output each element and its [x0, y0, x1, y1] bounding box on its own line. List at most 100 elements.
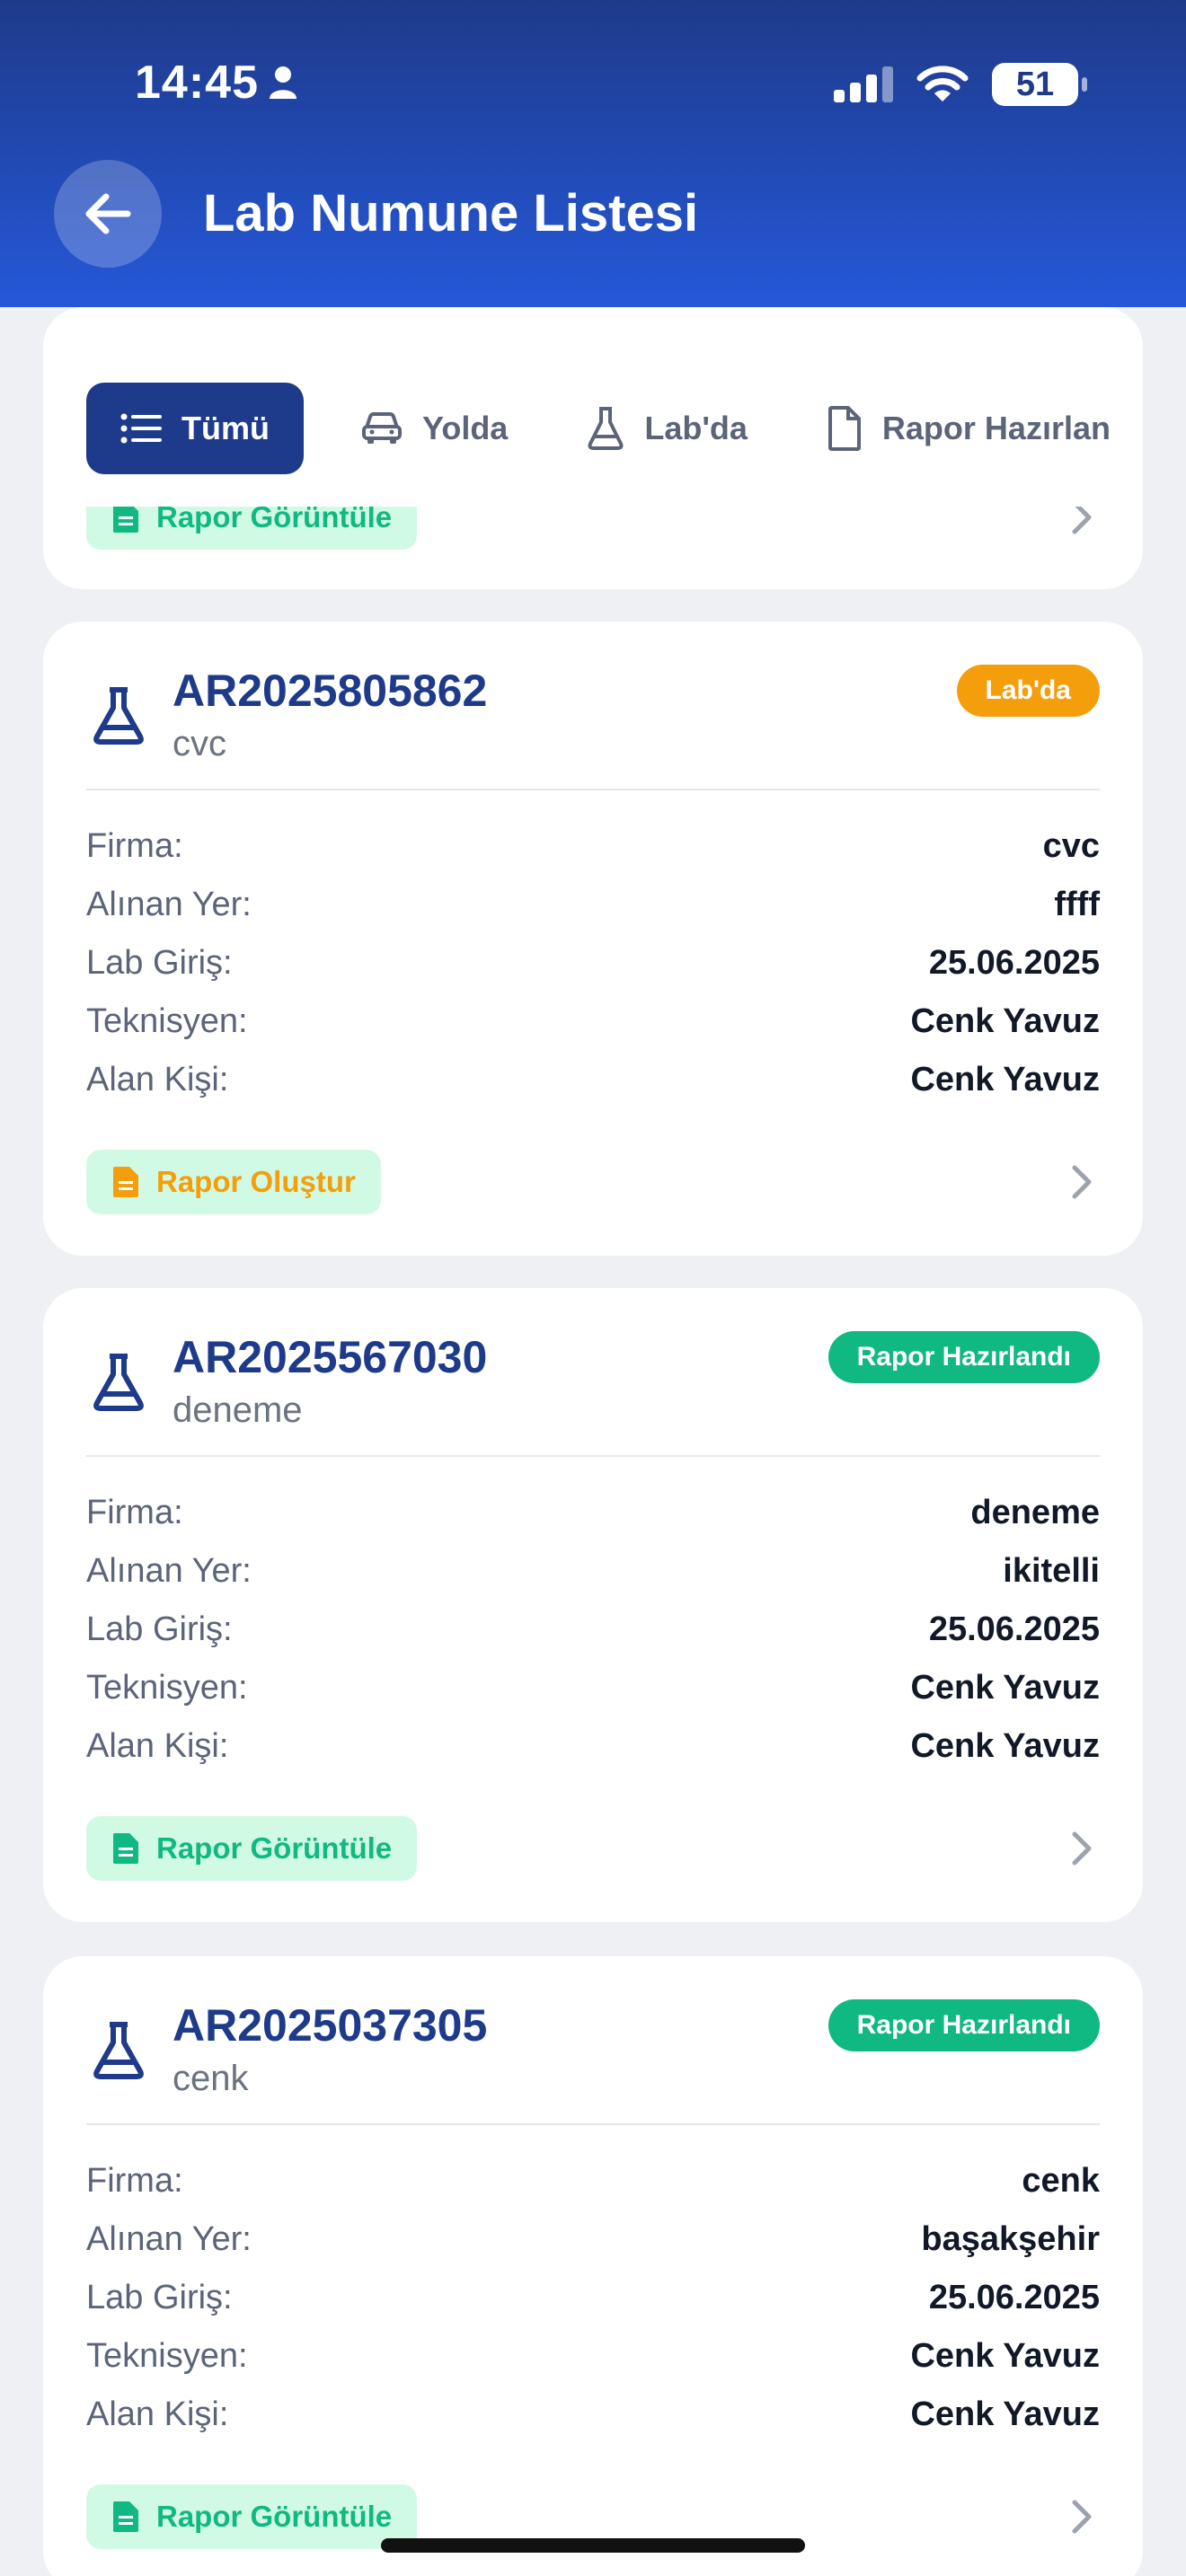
detail-row-alan-kisi: Alan Kişi: Cenk Yavuz [86, 1717, 1100, 1776]
label-alan-kisi: Alan Kişi: [86, 2395, 229, 2433]
arrow-left-icon [85, 193, 131, 234]
create-report-label: Rapor Oluştur [156, 1165, 356, 1198]
chevron-right-icon[interactable] [1064, 1827, 1100, 1870]
sample-card[interactable]: AR2025567030 deneme Rapor Hazırlandı Fir… [43, 1288, 1143, 1922]
label-alinan-yer: Alınan Yer: [86, 886, 252, 923]
create-report-button[interactable]: Rapor Oluştur [86, 1150, 381, 1214]
value-lab-giris: 25.06.2025 [928, 1610, 1100, 1648]
detail-row-teknisyen: Teknisyen: Cenk Yavuz [86, 992, 1100, 1051]
tab-all-label: Tümü [181, 410, 270, 446]
status-bar-time: 14:45 [135, 56, 298, 110]
detail-row-alan-kisi: Alan Kişi: Cenk Yavuz [86, 2386, 1100, 2444]
tab-all[interactable]: Tümü [86, 383, 304, 474]
detail-rows: Firma: cenk Alınan Yer: başakşehir Lab Gir… [86, 2152, 1100, 2444]
label-firma: Firma: [86, 2162, 183, 2200]
value-firma: cvc [1042, 827, 1100, 865]
label-lab-giris: Lab Giriş: [86, 2279, 233, 2316]
document-icon [113, 1167, 138, 1197]
time-text: 14:45 [135, 57, 259, 109]
home-indicator[interactable] [381, 2538, 805, 2553]
sample-code: AR2025567030 [173, 1332, 488, 1382]
detail-row-lab-giris: Lab Giriş: 25.06.2025 [86, 1601, 1100, 1659]
back-button[interactable] [54, 160, 162, 268]
sample-list[interactable]: Rapor Görüntüle Tümü Yolda Lab'da Rapor … [0, 307, 1186, 2576]
document-icon [113, 2501, 138, 2532]
label-lab-giris: Lab Giriş: [86, 1610, 233, 1648]
value-teknisyen: Cenk Yavuz [910, 1002, 1100, 1040]
detail-rows: Firma: cvc Alınan Yer: ffff Lab Giriş: 25.0… [86, 817, 1100, 1109]
chevron-right-icon[interactable] [1064, 1160, 1100, 1204]
value-alan-kisi: Cenk Yavuz [910, 1061, 1100, 1098]
detail-row-teknisyen: Teknisyen: Cenk Yavuz [86, 1659, 1100, 1717]
status-badge: Rapor Hazırlandı [828, 1999, 1100, 2051]
label-firma: Firma: [86, 1494, 183, 1531]
tab-in-transit[interactable]: Yolda [340, 383, 529, 474]
chevron-right-icon[interactable] [1064, 2495, 1100, 2538]
label-alan-kisi: Alan Kişi: [86, 1061, 229, 1098]
filter-tabs: Tümü Yolda Lab'da Rapor Hazırlan [43, 350, 1143, 507]
detail-row-alinan-yer: Alınan Yer: ikitelli [86, 1542, 1100, 1601]
value-alan-kisi: Cenk Yavuz [910, 2395, 1100, 2433]
tab-in-lab-label: Lab'da [644, 410, 748, 446]
sample-subtitle: deneme [173, 1390, 303, 1430]
detail-row-teknisyen: Teknisyen: Cenk Yavuz [86, 2327, 1100, 2386]
flask-icon [93, 2022, 144, 2079]
sample-subtitle: cenk [173, 2059, 249, 2098]
detail-row-firma: Firma: deneme [86, 1484, 1100, 1542]
sample-subtitle: cvc [173, 724, 226, 763]
flask-icon [93, 1354, 144, 1411]
battery-indicator: 51 [992, 63, 1087, 106]
detail-row-alan-kisi: Alan Kişi: Cenk Yavuz [86, 1051, 1100, 1109]
detail-row-alinan-yer: Alınan Yer: başakşehir [86, 2210, 1100, 2269]
document-icon [113, 1833, 138, 1864]
battery-level: 51 [1015, 65, 1055, 103]
value-firma: deneme [970, 1494, 1100, 1531]
report-view-label: Rapor Görüntüle [156, 2500, 393, 2533]
label-teknisyen: Teknisyen: [86, 1002, 248, 1040]
file-icon [828, 406, 861, 451]
label-lab-giris: Lab Giriş: [86, 944, 233, 982]
report-view-label: Rapor Görüntüle [156, 1831, 393, 1865]
tab-in-lab[interactable]: Lab'da [565, 383, 769, 474]
divider [86, 2123, 1100, 2125]
cellular-signal-icon [834, 66, 893, 102]
label-alinan-yer: Alınan Yer: [86, 1552, 252, 1590]
sample-card[interactable]: AR2025037305 cenk Rapor Hazırlandı Firma… [43, 1956, 1143, 2576]
flask-icon [93, 687, 144, 745]
detail-row-lab-giris: Lab Giriş: 25.06.2025 [86, 934, 1100, 992]
tab-report-ready-label: Rapor Hazırlan [881, 410, 1111, 446]
label-alan-kisi: Alan Kişi: [86, 1727, 229, 1765]
divider [86, 1455, 1100, 1457]
flask-icon [588, 407, 624, 450]
status-badge: Lab'da [956, 665, 1100, 717]
value-alinan-yer: başakşehir [921, 2220, 1100, 2258]
value-alinan-yer: ikitelli [1003, 1552, 1100, 1590]
label-alinan-yer: Alınan Yer: [86, 2220, 252, 2258]
value-lab-giris: 25.06.2025 [928, 944, 1100, 982]
sample-card[interactable]: AR2025805862 cvc Lab'da Firma: cvc Alınan… [43, 622, 1143, 1256]
tab-in-transit-label: Yolda [421, 410, 509, 446]
detail-rows: Firma: deneme Alınan Yer: ikitelli Lab Gir… [86, 1484, 1100, 1776]
detail-row-alinan-yer: Alınan Yer: ffff [86, 876, 1100, 934]
sample-code: AR2025037305 [173, 2000, 488, 2051]
wifi-icon [916, 66, 969, 101]
value-alinan-yer: ffff [1054, 886, 1100, 923]
report-view-button[interactable]: Rapor Görüntüle [86, 2484, 418, 2549]
detail-row-firma: Firma: cvc [86, 817, 1100, 876]
label-teknisyen: Teknisyen: [86, 2337, 248, 2375]
value-firma: cenk [1022, 2162, 1100, 2200]
tab-report-ready[interactable]: Rapor Hazırlan [805, 383, 1132, 474]
page-title: Lab Numune Listesi [203, 184, 699, 243]
value-alan-kisi: Cenk Yavuz [910, 1727, 1100, 1765]
value-teknisyen: Cenk Yavuz [910, 2337, 1100, 2375]
divider [86, 789, 1100, 790]
label-firma: Firma: [86, 827, 183, 865]
status-badge: Rapor Hazırlandı [828, 1331, 1100, 1383]
list-icon [120, 413, 162, 444]
status-bar-right: 51 [834, 63, 1087, 106]
report-view-button[interactable]: Rapor Görüntüle [86, 1816, 418, 1881]
value-teknisyen: Cenk Yavuz [910, 1669, 1100, 1707]
person-icon [270, 66, 296, 99]
sample-code: AR2025805862 [173, 666, 488, 716]
detail-row-lab-giris: Lab Giriş: 25.06.2025 [86, 2269, 1100, 2327]
